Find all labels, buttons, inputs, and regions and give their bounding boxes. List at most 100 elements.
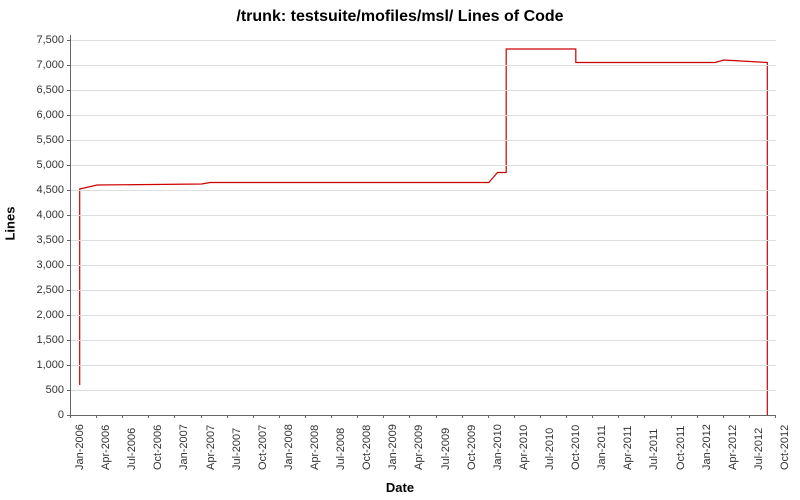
x-tick-label: Jul-2012 — [753, 428, 765, 470]
y-tick-label: 3,000 — [14, 259, 64, 271]
y-tick-label: 6,000 — [14, 109, 64, 121]
gridline — [71, 165, 776, 166]
y-tick-mark — [67, 215, 70, 216]
x-tick-mark — [436, 415, 437, 418]
y-tick-mark — [67, 315, 70, 316]
gridline — [71, 390, 776, 391]
x-tick-mark — [70, 415, 71, 418]
y-tick-mark — [67, 90, 70, 91]
y-tick-mark — [67, 40, 70, 41]
y-tick-mark — [67, 140, 70, 141]
y-tick-mark — [67, 340, 70, 341]
x-tick-mark — [279, 415, 280, 418]
gridline — [71, 140, 776, 141]
y-tick-label: 6,500 — [14, 84, 64, 96]
x-tick-label: Jul-2007 — [231, 428, 243, 470]
x-tick-mark — [592, 415, 593, 418]
y-tick-label: 4,500 — [14, 184, 64, 196]
x-tick-label: Jul-2010 — [544, 428, 556, 470]
y-tick-mark — [67, 165, 70, 166]
x-tick-mark — [644, 415, 645, 418]
x-tick-label: Jan-2010 — [492, 424, 504, 470]
x-tick-label: Jan-2009 — [387, 424, 399, 470]
x-tick-mark — [96, 415, 97, 418]
x-tick-label: Jul-2006 — [126, 428, 138, 470]
x-tick-label: Jan-2012 — [701, 424, 713, 470]
y-tick-mark — [67, 240, 70, 241]
gridline — [71, 190, 776, 191]
x-tick-label: Apr-2006 — [100, 425, 112, 470]
plot-area — [70, 35, 776, 416]
y-tick-label: 5,500 — [14, 134, 64, 146]
series-line — [80, 49, 768, 415]
line-series — [71, 35, 776, 415]
x-tick-label: Oct-2007 — [257, 425, 269, 470]
x-tick-mark — [488, 415, 489, 418]
gridline — [71, 265, 776, 266]
x-tick-mark — [671, 415, 672, 418]
x-tick-label: Apr-2008 — [309, 425, 321, 470]
y-tick-label: 4,000 — [14, 209, 64, 221]
chart-container: /trunk: testsuite/mofiles/msl/ Lines of … — [0, 0, 800, 500]
y-tick-mark — [67, 290, 70, 291]
y-tick-label: 2,500 — [14, 284, 64, 296]
x-tick-mark — [697, 415, 698, 418]
x-axis-label: Date — [0, 480, 800, 495]
x-tick-mark — [775, 415, 776, 418]
x-tick-mark — [148, 415, 149, 418]
x-tick-mark — [305, 415, 306, 418]
x-tick-mark — [253, 415, 254, 418]
y-tick-label: 2,000 — [14, 309, 64, 321]
y-tick-label: 7,000 — [14, 59, 64, 71]
gridline — [71, 215, 776, 216]
y-tick-mark — [67, 365, 70, 366]
y-tick-label: 5,000 — [14, 159, 64, 171]
chart-title: /trunk: testsuite/mofiles/msl/ Lines of … — [0, 8, 800, 26]
x-tick-label: Jan-2008 — [283, 424, 295, 470]
gridline — [71, 340, 776, 341]
gridline — [71, 315, 776, 316]
gridline — [71, 290, 776, 291]
x-tick-mark — [540, 415, 541, 418]
y-tick-mark — [67, 390, 70, 391]
x-tick-label: Jan-2007 — [178, 424, 190, 470]
x-tick-label: Apr-2007 — [205, 425, 217, 470]
y-tick-mark — [67, 65, 70, 66]
y-tick-mark — [67, 115, 70, 116]
x-tick-label: Oct-2010 — [570, 425, 582, 470]
y-tick-mark — [67, 265, 70, 266]
gridline — [71, 90, 776, 91]
y-tick-label: 0 — [14, 409, 64, 421]
y-tick-label: 3,500 — [14, 234, 64, 246]
x-tick-mark — [331, 415, 332, 418]
gridline — [71, 65, 776, 66]
x-tick-mark — [201, 415, 202, 418]
x-tick-label: Oct-2012 — [779, 425, 791, 470]
x-tick-label: Jul-2008 — [335, 428, 347, 470]
gridline — [71, 40, 776, 41]
x-tick-label: Jul-2011 — [648, 429, 660, 470]
y-tick-mark — [67, 190, 70, 191]
x-tick-label: Apr-2009 — [413, 425, 425, 470]
x-tick-mark — [383, 415, 384, 418]
x-tick-label: Jul-2009 — [440, 428, 452, 470]
x-tick-mark — [618, 415, 619, 418]
x-tick-mark — [723, 415, 724, 418]
x-tick-mark — [357, 415, 358, 418]
x-tick-label: Oct-2011 — [675, 426, 687, 470]
x-tick-label: Jan-2011 — [596, 425, 608, 470]
x-tick-label: Apr-2010 — [518, 425, 530, 470]
y-tick-label: 7,500 — [14, 34, 64, 46]
x-tick-label: Oct-2008 — [361, 425, 373, 470]
gridline — [71, 115, 776, 116]
x-tick-label: Apr-2012 — [727, 425, 739, 470]
x-tick-label: Apr-2011 — [622, 426, 634, 470]
x-tick-mark — [174, 415, 175, 418]
x-tick-label: Oct-2009 — [466, 425, 478, 470]
x-tick-label: Oct-2006 — [152, 425, 164, 470]
x-tick-mark — [749, 415, 750, 418]
x-tick-mark — [122, 415, 123, 418]
x-tick-mark — [409, 415, 410, 418]
gridline — [71, 365, 776, 366]
gridline — [71, 240, 776, 241]
